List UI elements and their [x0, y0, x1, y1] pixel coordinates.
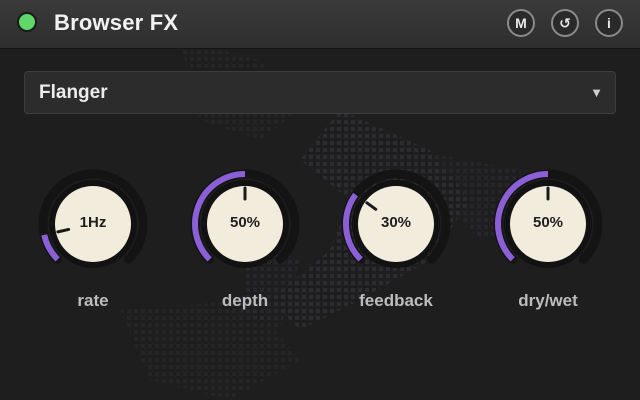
reset-icon: ↺ — [559, 14, 571, 31]
knob-feedback-value: 30% — [380, 214, 412, 231]
knob-rate-value: 1Hz — [79, 214, 107, 231]
plugin-window: Browser FX M ↺ i Flanger ▼ 1Hz rate 50% … — [0, 0, 640, 400]
reset-button[interactable]: ↺ — [551, 9, 579, 37]
knob-drywet-value: 50% — [532, 214, 564, 231]
knob-depth[interactable]: 50% — [189, 168, 301, 280]
midi-button[interactable]: M — [507, 9, 535, 37]
chevron-down-icon: ▼ — [590, 85, 603, 100]
effect-preset-select[interactable]: Flanger ▼ — [24, 71, 616, 114]
knob-feedback-label: feedback — [359, 291, 433, 310]
title-bar: Browser FX M ↺ i — [0, 0, 640, 49]
knob-rate[interactable]: 1Hz — [37, 168, 149, 280]
knob-feedback[interactable]: 30% — [340, 168, 452, 280]
preset-selected-value: Flanger — [39, 82, 108, 103]
app-title: Browser FX — [54, 10, 179, 35]
info-icon: i — [607, 15, 611, 31]
power-led-button[interactable] — [17, 12, 37, 32]
knob-drywet[interactable]: 50% — [492, 168, 604, 280]
knob-rate-label: rate — [77, 291, 109, 310]
info-button[interactable]: i — [595, 9, 623, 37]
knob-drywet-label: dry/wet — [518, 291, 578, 310]
midi-icon: M — [515, 15, 527, 31]
knob-depth-value: 50% — [229, 214, 261, 231]
knob-depth-label: depth — [221, 291, 269, 310]
